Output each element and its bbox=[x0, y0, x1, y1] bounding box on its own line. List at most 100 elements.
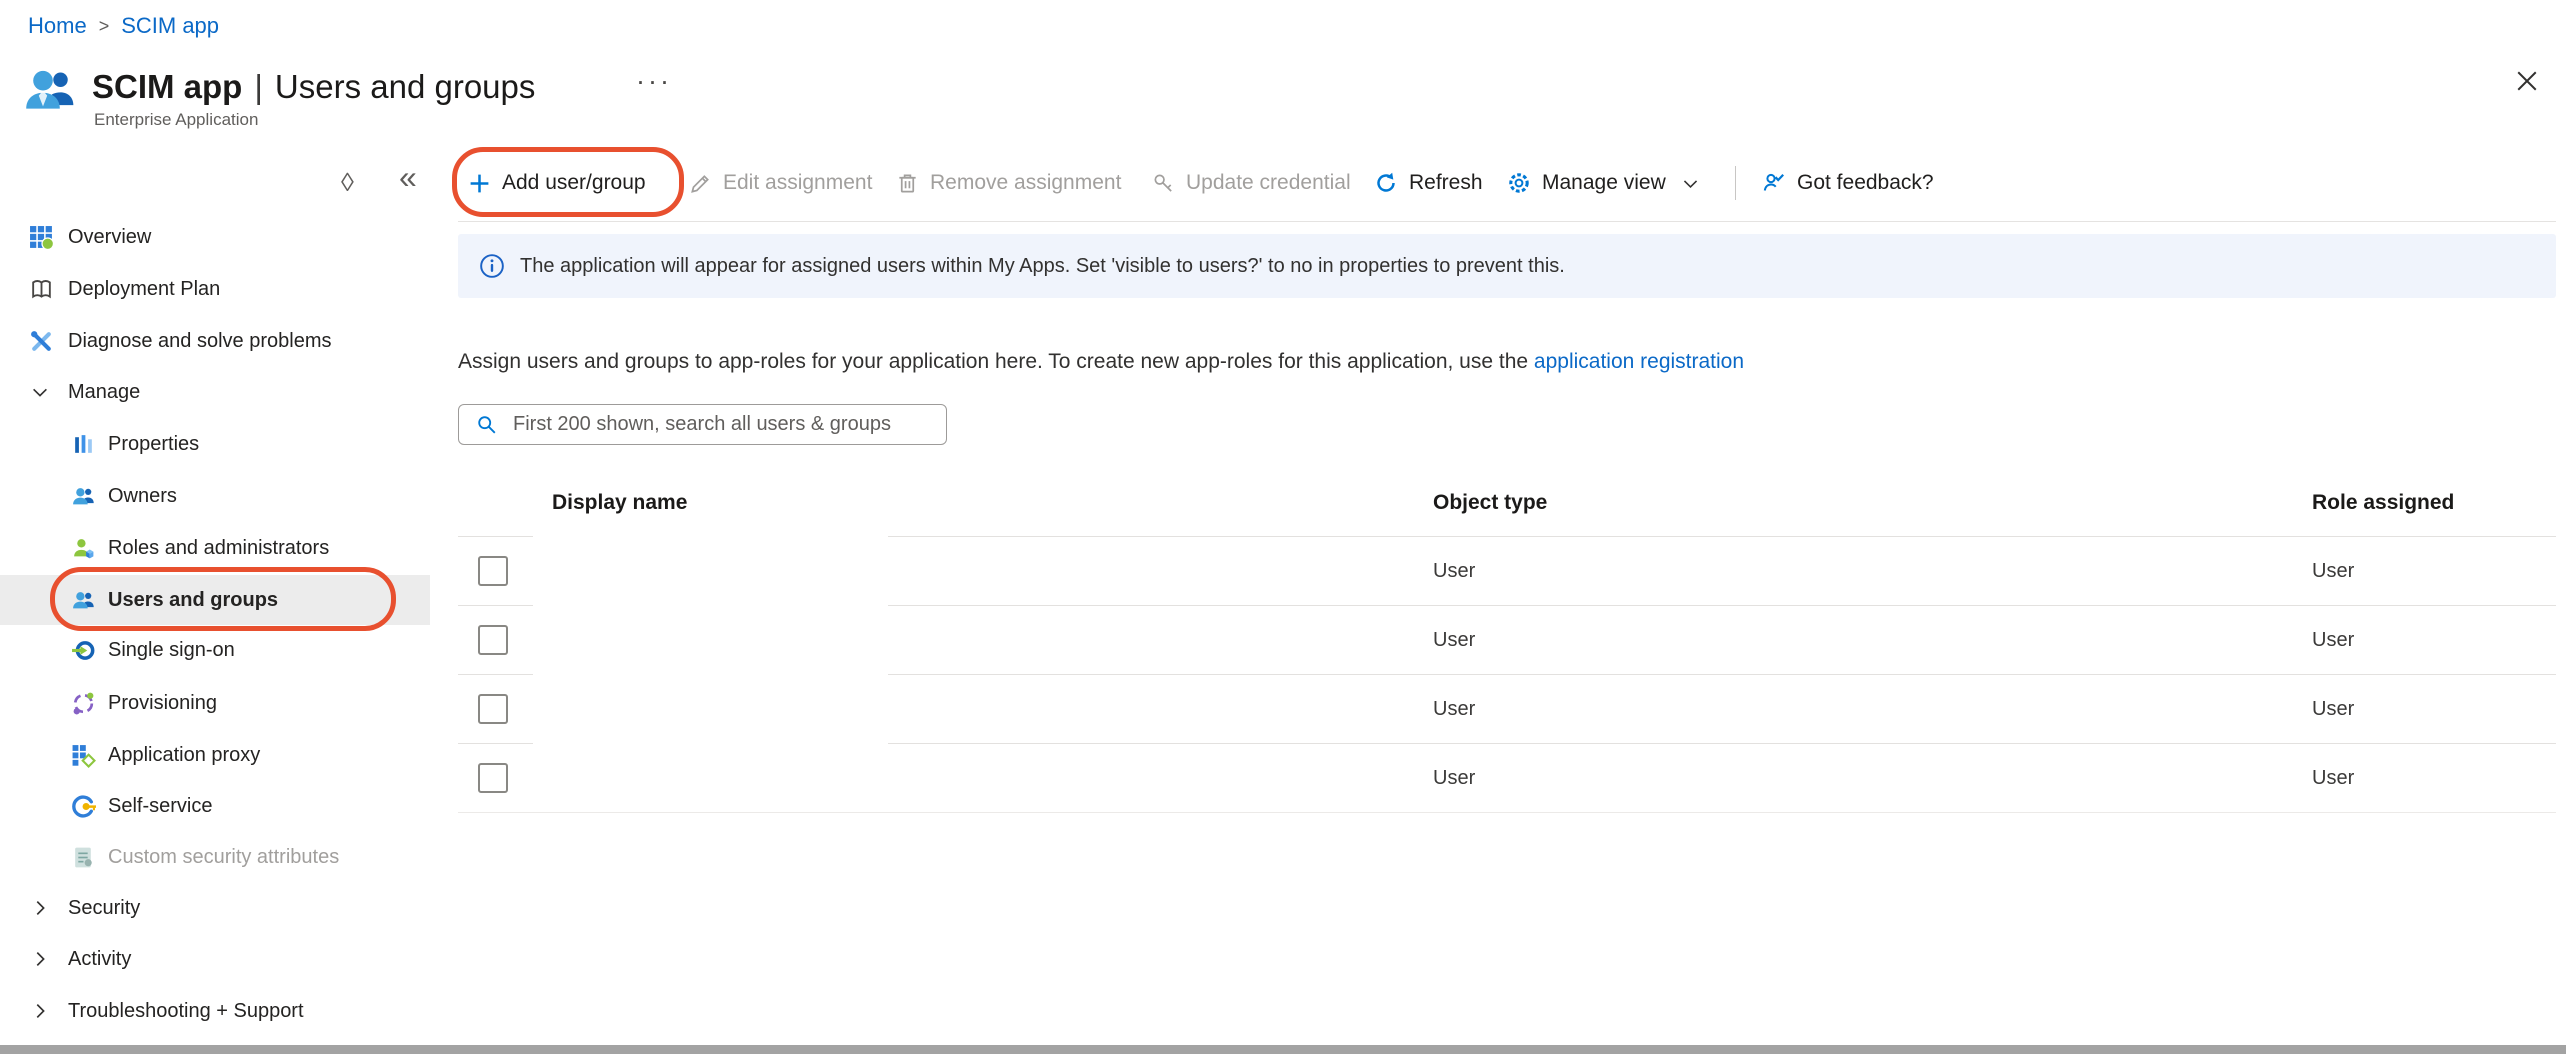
toolbar-button-label: Manage view bbox=[1542, 171, 1666, 195]
sidebar-item-label: Users and groups bbox=[108, 589, 278, 612]
cell-object-type: User bbox=[1433, 537, 1475, 606]
horizontal-scrollbar[interactable] bbox=[0, 1045, 2566, 1054]
sso-icon bbox=[70, 637, 96, 663]
refresh-button[interactable]: Refresh bbox=[1374, 150, 1483, 216]
info-banner-text: The application will appear for assigned… bbox=[520, 255, 1565, 278]
sidebar-item-provisioning[interactable]: Provisioning bbox=[0, 678, 430, 728]
sidebar-item-properties[interactable]: Properties bbox=[0, 419, 430, 469]
manage-view-button[interactable]: Manage view bbox=[1507, 150, 1700, 216]
gear-icon bbox=[1507, 171, 1531, 195]
self-service-key-icon bbox=[70, 793, 96, 819]
application-registration-link[interactable]: application registration bbox=[1534, 350, 1744, 373]
assign-description-text: Assign users and groups to app-roles for… bbox=[458, 350, 1534, 373]
app-subtitle: Enterprise Application bbox=[94, 110, 258, 130]
info-banner: The application will appear for assigned… bbox=[458, 234, 2556, 298]
toolbar-button-label: Edit assignment bbox=[723, 171, 872, 195]
toolbar-rule bbox=[458, 221, 2556, 222]
sidebar-item-deployment-plan[interactable]: Deployment Plan bbox=[0, 264, 430, 314]
sidebar-item-self-service[interactable]: Self-service bbox=[0, 781, 430, 831]
row-divider bbox=[458, 812, 2556, 813]
sidebar-item-single-sign-on[interactable]: Single sign-on bbox=[0, 625, 430, 675]
provisioning-icon bbox=[70, 690, 96, 716]
info-icon bbox=[479, 253, 505, 279]
cell-role-assigned: User bbox=[2312, 744, 2354, 813]
sidebar-item-custom-security-attributes[interactable]: Custom security attributes bbox=[0, 832, 430, 882]
cell-object-type: User bbox=[1433, 675, 1475, 744]
sidebar-item-diagnose[interactable]: Diagnose and solve problems bbox=[0, 316, 430, 366]
row-checkbox[interactable] bbox=[478, 625, 508, 655]
sidebar-item-label: Self-service bbox=[108, 795, 212, 818]
close-icon[interactable] bbox=[2510, 64, 2544, 98]
app-logo-people-icon bbox=[22, 62, 78, 118]
cell-role-assigned: User bbox=[2312, 537, 2354, 606]
cell-object-type: User bbox=[1433, 744, 1475, 813]
toolbar-button-label: Got feedback? bbox=[1797, 171, 1934, 195]
sidebar-collapse-button[interactable]: « bbox=[399, 159, 417, 196]
sidebar-group-activity[interactable]: Activity bbox=[0, 934, 430, 984]
table-row[interactable] bbox=[458, 606, 2556, 675]
row-checkbox[interactable] bbox=[478, 763, 508, 793]
sidebar-item-overview[interactable]: Overview bbox=[0, 212, 430, 262]
column-header-display-name[interactable]: Display name bbox=[552, 491, 687, 515]
plus-icon bbox=[468, 172, 491, 195]
column-header-object-type[interactable]: Object type bbox=[1433, 491, 1547, 515]
breadcrumb-home-link[interactable]: Home bbox=[28, 13, 87, 39]
add-user-group-button[interactable]: Add user/group bbox=[468, 150, 646, 216]
row-checkbox[interactable] bbox=[478, 694, 508, 724]
breadcrumb-separator: > bbox=[99, 16, 110, 37]
sidebar-item-label: Custom security attributes bbox=[108, 846, 339, 869]
sidebar-group-security[interactable]: Security bbox=[0, 883, 430, 933]
refresh-icon bbox=[1374, 171, 1398, 195]
toolbar-button-label: Remove assignment bbox=[930, 171, 1121, 195]
pencil-icon bbox=[689, 172, 712, 195]
update-credential-button[interactable]: Update credential bbox=[1152, 150, 1351, 216]
table-row[interactable] bbox=[458, 675, 2556, 744]
sidebar-item-application-proxy[interactable]: Application proxy bbox=[0, 730, 430, 780]
sidebar-item-label: Roles and administrators bbox=[108, 537, 329, 560]
sidebar-group-label: Manage bbox=[68, 381, 140, 404]
sidebar-group-label: Security bbox=[68, 897, 140, 920]
tools-icon bbox=[28, 328, 54, 354]
sidebar-item-label: Overview bbox=[68, 226, 151, 249]
sidebar-group-manage[interactable]: Manage bbox=[0, 367, 430, 417]
page-title: SCIM app | Users and groups bbox=[92, 68, 535, 106]
remove-assignment-button[interactable]: Remove assignment bbox=[896, 150, 1121, 216]
breadcrumb-scim-app-link[interactable]: SCIM app bbox=[121, 13, 219, 39]
toolbar-button-label: Update credential bbox=[1186, 171, 1351, 195]
cell-object-type: User bbox=[1433, 606, 1475, 675]
toolbar-divider bbox=[1735, 166, 1736, 200]
trash-icon bbox=[896, 172, 919, 195]
sidebar-group-troubleshooting-support[interactable]: Troubleshooting + Support bbox=[0, 986, 430, 1036]
row-checkbox[interactable] bbox=[478, 556, 508, 586]
document-attributes-icon bbox=[70, 844, 96, 870]
search-input[interactable] bbox=[513, 413, 946, 436]
page-name: Users and groups bbox=[275, 68, 535, 106]
edit-assignment-button[interactable]: Edit assignment bbox=[689, 150, 872, 216]
title-separator: | bbox=[254, 68, 263, 106]
sidebar-item-users-and-groups[interactable]: Users and groups bbox=[0, 575, 430, 625]
table-row[interactable] bbox=[458, 744, 2556, 813]
got-feedback-button[interactable]: Got feedback? bbox=[1762, 150, 1934, 216]
sidebar-item-label: Diagnose and solve problems bbox=[68, 330, 332, 353]
feedback-icon bbox=[1762, 171, 1786, 195]
breadcrumb: Home > SCIM app bbox=[28, 13, 219, 39]
cell-role-assigned: User bbox=[2312, 606, 2354, 675]
search-icon bbox=[476, 414, 498, 436]
sidebar-item-label: Properties bbox=[108, 433, 199, 456]
toolbar-button-label: Add user/group bbox=[502, 171, 646, 195]
sidebar-resize-handle[interactable]: ◊ bbox=[341, 167, 354, 198]
column-header-role-assigned[interactable]: Role assigned bbox=[2312, 491, 2454, 515]
key-icon bbox=[1152, 172, 1175, 195]
sidebar-item-label: Application proxy bbox=[108, 744, 260, 767]
toolbar-button-label: Refresh bbox=[1409, 171, 1483, 195]
sidebar-item-owners[interactable]: Owners bbox=[0, 471, 430, 521]
sidebar-item-roles-administrators[interactable]: Roles and administrators bbox=[0, 523, 430, 573]
more-options-icon[interactable]: ··· bbox=[636, 66, 672, 97]
overview-grid-icon bbox=[28, 224, 54, 250]
sidebar-group-label: Activity bbox=[68, 948, 131, 971]
table-row[interactable] bbox=[458, 537, 2556, 606]
azure-portal-page: { "breadcrumb": { "separator": ">", "ite… bbox=[0, 0, 2566, 1054]
sidebar-item-label: Provisioning bbox=[108, 692, 217, 715]
sidebar-group-label: Troubleshooting + Support bbox=[68, 1000, 304, 1023]
chevron-down-icon bbox=[30, 379, 50, 405]
